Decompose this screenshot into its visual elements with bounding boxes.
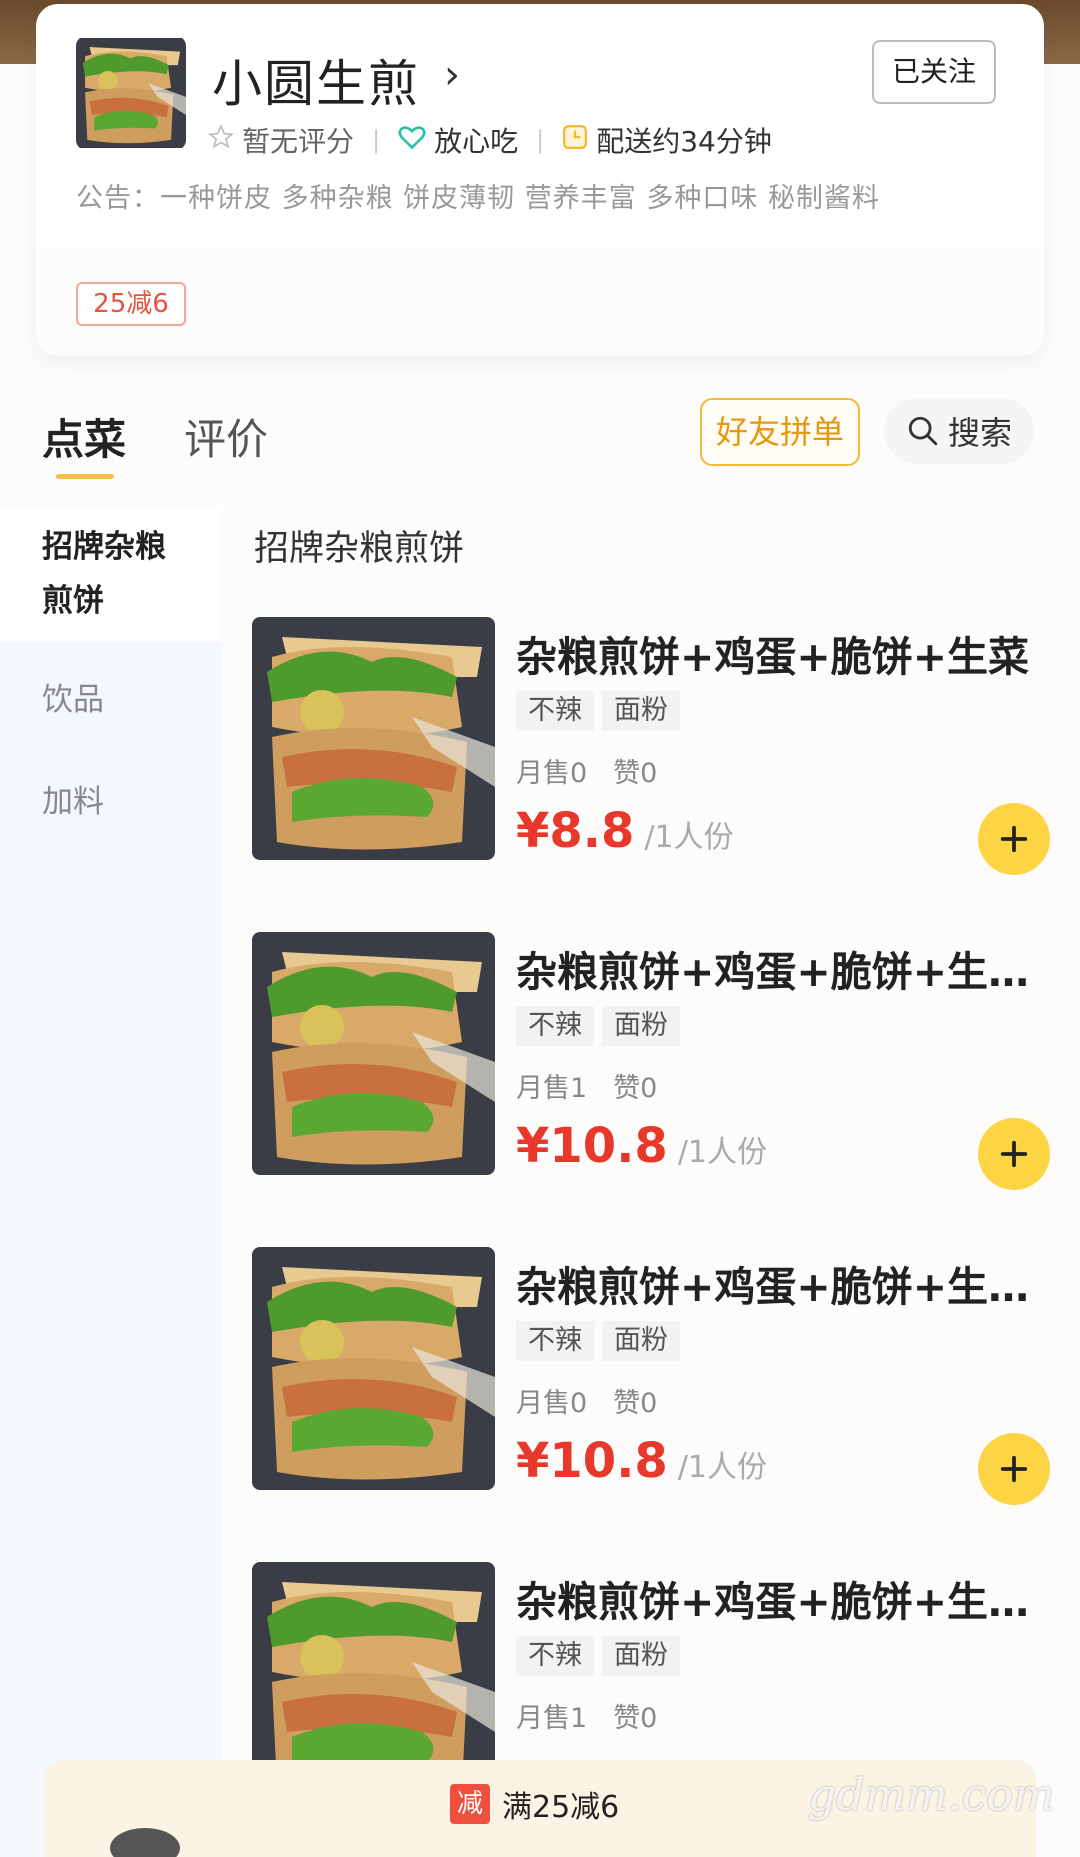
add-to-cart-button[interactable]: [978, 803, 1050, 875]
product-stats: 月售1 赞0: [516, 1066, 657, 1105]
product-price: ¥10.8: [516, 1118, 668, 1174]
product-image[interactable]: [252, 617, 495, 860]
likes-count: 赞0: [613, 1703, 658, 1734]
shop-name[interactable]: 小圆生煎: [212, 44, 420, 116]
clock-icon: [562, 124, 588, 157]
monthly-sales: 月售0: [516, 1388, 588, 1419]
product-stats: 月售1 赞0: [516, 1696, 657, 1735]
discount-text: 满25减6: [502, 1790, 620, 1825]
promo-area: [36, 248, 1044, 356]
plus-icon: [1000, 1140, 1028, 1168]
plus-icon: [1000, 825, 1028, 853]
heart-icon: [398, 124, 426, 157]
likes-count: 赞0: [613, 1073, 658, 1104]
product-image[interactable]: [252, 932, 495, 1175]
product-tag: 不辣: [516, 1006, 594, 1046]
product-tag: 面粉: [602, 1006, 680, 1046]
monthly-sales: 月售1: [516, 1073, 588, 1104]
tab-order[interactable]: 点菜: [42, 406, 126, 467]
price-row: ¥10.8 /1人份: [516, 1433, 767, 1489]
shop-meta-row: 暂无评分 | 放心吃 | 配送约34分钟: [208, 120, 772, 160]
sidebar-item-signature[interactable]: 招牌杂粮煎饼: [0, 506, 222, 642]
plus-icon: [1000, 1455, 1028, 1483]
product-tag: 不辣: [516, 1636, 594, 1676]
price-row: ¥10.8 /1人份: [516, 1118, 767, 1174]
search-button[interactable]: 搜索: [884, 398, 1034, 464]
shop-logo-image: [76, 38, 186, 148]
product-tags: 不辣 面粉: [516, 691, 680, 731]
product-price: ¥8.8: [516, 803, 635, 859]
follow-button[interactable]: 已关注: [872, 40, 996, 104]
discount-content: 减 满25减6: [450, 1782, 619, 1826]
add-to-cart-button[interactable]: [978, 1118, 1050, 1190]
shop-header-card: 小圆生煎 › 已关注 暂无评分 | 放心吃 | 配送约34分钟 公告：一种饼皮 …: [36, 4, 1044, 356]
delivery-time: 配送约34分钟: [596, 125, 772, 158]
product-tags: 不辣 面粉: [516, 1321, 680, 1361]
divider: |: [536, 126, 545, 154]
sidebar-item-drinks[interactable]: 饮品: [0, 674, 222, 719]
likes-count: 赞0: [613, 1388, 658, 1419]
product-tag: 面粉: [602, 1636, 680, 1676]
tab-active-indicator: [56, 474, 114, 479]
shop-logo[interactable]: [76, 36, 186, 150]
rating-text: 暂无评分: [242, 125, 355, 158]
section-title: 招牌杂粮煎饼: [254, 529, 465, 569]
monthly-sales: 月售0: [516, 758, 588, 789]
product-stats: 月售0 赞0: [516, 751, 657, 790]
add-to-cart-button[interactable]: [978, 1433, 1050, 1505]
promo-tag[interactable]: 25减6: [76, 282, 186, 326]
search-icon: [908, 416, 938, 446]
product-stats: 月售0 赞0: [516, 1381, 657, 1420]
product-name: 杂粮煎饼+鸡蛋+脆饼+生…: [516, 948, 1030, 996]
tab-reviews[interactable]: 评价: [184, 406, 268, 467]
monthly-sales: 月售1: [516, 1703, 588, 1734]
safe-label: 放心吃: [434, 125, 519, 158]
price-row: ¥8.8 /1人份: [516, 803, 734, 859]
product-image[interactable]: [252, 1247, 495, 1490]
chevron-right-icon[interactable]: ›: [444, 52, 460, 98]
product-tags: 不辣 面粉: [516, 1636, 680, 1676]
product-tags: 不辣 面粉: [516, 1006, 680, 1046]
product-item[interactable]: 杂粮煎饼+鸡蛋+脆饼+生… 不辣 面粉 月售1 赞0 ¥10.8 /1人份: [252, 932, 1052, 1192]
product-item[interactable]: 杂粮煎饼+鸡蛋+脆饼+生… 不辣 面粉 月售1 赞0: [252, 1562, 1052, 1762]
product-tag: 面粉: [602, 691, 680, 731]
product-item[interactable]: 杂粮煎饼+鸡蛋+脆饼+生菜 不辣 面粉 月售0 赞0 ¥8.8 /1人份: [252, 617, 1052, 877]
product-unit: /1人份: [677, 1450, 768, 1485]
search-label: 搜索: [947, 414, 1012, 452]
likes-count: 赞0: [613, 758, 658, 789]
watermark: gdmm.com: [808, 1770, 1055, 1821]
sidebar-item-addons[interactable]: 加料: [0, 776, 222, 821]
product-item[interactable]: 杂粮煎饼+鸡蛋+脆饼+生… 不辣 面粉 月售0 赞0 ¥10.8 /1人份: [252, 1247, 1052, 1507]
divider: |: [372, 126, 381, 154]
product-name: 杂粮煎饼+鸡蛋+脆饼+生…: [516, 1263, 1030, 1311]
category-sidebar: 招牌杂粮煎饼 饮品 加料: [0, 506, 222, 1857]
discount-badge: 减: [450, 1784, 490, 1824]
product-unit: /1人份: [677, 1135, 768, 1170]
product-name: 杂粮煎饼+鸡蛋+脆饼+生…: [516, 1578, 1030, 1626]
product-price: ¥10.8: [516, 1433, 668, 1489]
product-tag: 不辣: [516, 691, 594, 731]
shop-notice: 公告：一种饼皮 多种杂粮 饼皮薄韧 营养丰富 多种口味 秘制酱料: [76, 183, 880, 214]
star-icon: [208, 123, 234, 157]
product-unit: /1人份: [644, 820, 734, 855]
product-tag: 面粉: [602, 1321, 680, 1361]
friend-group-order-button[interactable]: 好友拼单: [700, 398, 860, 466]
product-tag: 不辣: [516, 1321, 594, 1361]
product-name: 杂粮煎饼+鸡蛋+脆饼+生菜: [516, 633, 1030, 681]
